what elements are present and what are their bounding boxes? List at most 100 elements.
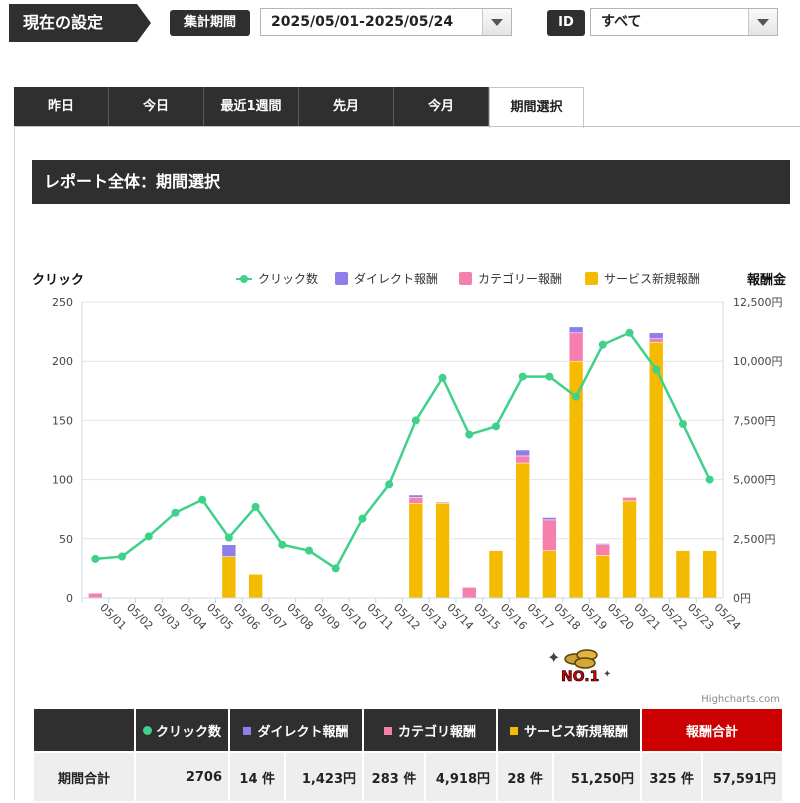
tab-last-week[interactable]: 最近1週間 xyxy=(204,87,299,127)
clicks-point xyxy=(224,533,233,542)
x-tick-label: 05/05 xyxy=(204,601,236,633)
left-axis-title: クリック xyxy=(32,273,84,288)
direct-bar xyxy=(595,543,611,545)
header-direct: ダイレクト報酬 xyxy=(228,707,364,753)
total-amount: 57,591円 xyxy=(701,751,784,803)
tab-this-month[interactable]: 今月 xyxy=(394,87,489,127)
right-tick-label: 12,500円 xyxy=(733,296,783,309)
header-service: サービス新規報酬 xyxy=(496,707,642,753)
direct-bar xyxy=(408,494,424,498)
header-clicks: クリック数 xyxy=(134,707,230,753)
clicks-point xyxy=(438,373,447,382)
clicks-point xyxy=(518,372,527,381)
tab-today[interactable]: 今日 xyxy=(109,87,204,127)
header-total: 報酬合計 xyxy=(640,707,784,753)
coin-badge-icon: ✦ ✦ NO.1 xyxy=(547,648,611,685)
direct-amount: 1,423円 xyxy=(284,751,364,803)
table-row: 期間合計 2706 14 件 1,423円 283 件 4,918円 28 件 … xyxy=(32,751,784,803)
service-bar xyxy=(515,462,530,599)
x-tick-label: 05/11 xyxy=(364,601,396,633)
x-tick-label: 05/20 xyxy=(605,601,637,633)
period-dropdown-icon[interactable] xyxy=(482,9,511,35)
period-select[interactable]: 2025/05/01-2025/05/24 xyxy=(260,8,512,36)
service-bar xyxy=(221,556,237,599)
x-tick-label: 05/14 xyxy=(444,601,476,633)
clicks-point xyxy=(171,508,180,517)
chart-bars xyxy=(88,326,717,599)
clicks-point xyxy=(652,365,661,374)
service-bar xyxy=(702,550,717,599)
header-empty xyxy=(32,707,136,753)
summary-header-row: クリック数 ダイレクト報酬 カテゴリ報酬 サービス新規報酬 報酬合計 xyxy=(32,707,784,753)
clicks-value: 2706 xyxy=(134,751,230,803)
x-tick-label: 05/08 xyxy=(284,601,316,633)
legend-clicks-label: クリック数 xyxy=(258,271,318,286)
report-chart: 0 50 100 150 200 250 0円 2,500円 5,000円 7,500円 10,00… xyxy=(32,271,787,705)
row-label: 期間合計 xyxy=(32,751,136,803)
service-square-icon xyxy=(509,726,518,735)
service-bar xyxy=(488,550,504,599)
tab-yesterday[interactable]: 昨日 xyxy=(14,87,109,127)
clicks-point xyxy=(198,495,207,504)
category-bar xyxy=(542,519,557,551)
clicks-point xyxy=(545,372,554,381)
x-tick-label: 05/21 xyxy=(631,601,663,633)
clicks-point xyxy=(465,430,474,439)
clicks-point xyxy=(385,480,394,489)
service-bar xyxy=(248,574,263,599)
chart-credits: Highcharts.com xyxy=(701,694,780,705)
tab-last-month[interactable]: 先月 xyxy=(299,87,394,127)
x-tick-label: 05/15 xyxy=(471,601,503,633)
direct-bar xyxy=(649,332,664,339)
direct-bar xyxy=(542,517,557,521)
service-bar xyxy=(408,503,424,599)
x-tick-label: 05/12 xyxy=(391,601,423,633)
legend-category-label: カテゴリー報酬 xyxy=(478,271,562,286)
left-tick-label: 0 xyxy=(66,592,73,605)
clicks-point xyxy=(144,532,153,541)
svg-text:✦: ✦ xyxy=(603,669,611,680)
x-tick-label: 05/16 xyxy=(498,601,530,633)
id-dropdown-icon[interactable] xyxy=(748,9,777,35)
svg-text:✦: ✦ xyxy=(547,648,560,667)
direct-bar xyxy=(568,326,584,334)
category-square-icon xyxy=(383,726,392,735)
chart-legend: クリック数 ダイレクト報酬 カテゴリー報酬 サービス新規報酬 xyxy=(236,271,700,286)
service-bar xyxy=(675,550,691,599)
x-tick-label: 05/13 xyxy=(418,601,450,633)
direct-bar xyxy=(515,449,530,457)
service-bar xyxy=(435,503,450,599)
x-tick-label: 05/17 xyxy=(525,601,557,633)
clicks-point xyxy=(572,392,581,401)
clicks-point xyxy=(705,475,714,484)
left-tick-label: 50 xyxy=(59,533,73,546)
direct-count: 14 件 xyxy=(227,751,287,803)
service-bar xyxy=(595,555,611,599)
tab-period-select[interactable]: 期間選択 xyxy=(489,87,584,128)
category-bar xyxy=(88,593,103,599)
badge-text: NO.1 xyxy=(561,669,599,685)
clicks-point xyxy=(491,422,500,431)
category-bar xyxy=(595,544,611,556)
category-bar xyxy=(515,455,530,464)
right-tick-label: 0円 xyxy=(733,592,751,605)
id-label: ID xyxy=(547,10,585,36)
clicks-point xyxy=(625,328,634,337)
id-select[interactable]: すべて xyxy=(590,8,778,36)
clicks-point xyxy=(678,419,687,428)
id-value: すべて xyxy=(601,14,642,30)
clicks-dot-icon xyxy=(142,725,152,735)
legend-service-label: サービス新規報酬 xyxy=(604,271,700,286)
x-tick-label: 05/18 xyxy=(551,601,583,633)
service-count: 28 件 xyxy=(495,751,555,803)
chart-line xyxy=(91,328,714,573)
clicks-point xyxy=(278,540,287,549)
right-tick-label: 5,000円 xyxy=(733,474,776,487)
period-value: 2025/05/01-2025/05/24 xyxy=(271,14,454,30)
category-bar xyxy=(568,332,584,362)
category-bar xyxy=(462,587,477,599)
x-tick-label: 05/01 xyxy=(97,601,129,633)
legend-direct-label: ダイレクト報酬 xyxy=(354,271,438,286)
x-tick-label: 05/02 xyxy=(124,601,156,633)
legend-clicks-marker xyxy=(240,275,248,283)
